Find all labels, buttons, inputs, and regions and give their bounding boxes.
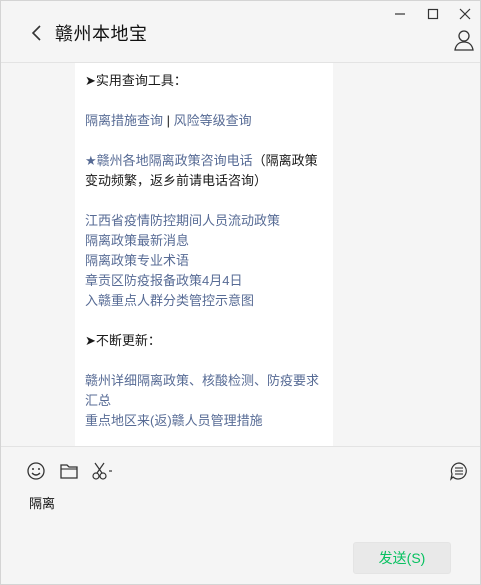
link-item[interactable]: 隔离政策最新消息 xyxy=(85,231,323,251)
article-card: ➤实用查询工具： 隔离措施查询 | 风险等级查询 ★赣州各地隔离政策咨询电话（隔… xyxy=(75,63,333,446)
updates-heading: ➤不断更新： xyxy=(85,333,161,348)
chevron-left-icon xyxy=(31,25,41,41)
maximize-button[interactable] xyxy=(422,5,444,23)
chat-history-icon xyxy=(450,462,467,481)
close-icon xyxy=(459,8,471,20)
query-links-row: 隔离措施查询 | 风险等级查询 xyxy=(85,111,323,131)
screenshot-button[interactable] xyxy=(91,461,115,481)
title-bar: 赣州本地宝 xyxy=(1,1,480,63)
chat-history-button[interactable] xyxy=(449,461,469,481)
user-icon xyxy=(454,30,474,51)
link-item[interactable]: 江西省疫情防控期间人员流动政策 xyxy=(85,211,323,231)
send-file-button[interactable] xyxy=(59,461,79,481)
maximize-icon xyxy=(427,8,439,20)
minimize-button[interactable] xyxy=(389,5,411,23)
tools-heading: ➤实用查询工具： xyxy=(85,73,187,88)
hotline-link[interactable]: ★赣州各地隔离政策咨询电话 xyxy=(85,153,253,168)
link-item[interactable]: 章贡区防疫报备政策4月4日 xyxy=(85,271,323,291)
message-area[interactable]: ➤实用查询工具： 隔离措施查询 | 风险等级查询 ★赣州各地隔离政策咨询电话（隔… xyxy=(1,63,480,446)
folder-icon xyxy=(60,464,78,479)
chat-title: 赣州本地宝 xyxy=(55,24,148,44)
emoji-button[interactable] xyxy=(26,461,46,481)
scissors-icon xyxy=(92,462,112,480)
link-item[interactable]: 隔离政策专业术语 xyxy=(85,251,323,271)
link-item[interactable]: 入赣重点人群分类管控示意图 xyxy=(85,291,323,311)
isolation-query-link[interactable]: 隔离措施查询 xyxy=(85,113,163,128)
chat-window: 赣州本地宝 ➤实用查询工具： 隔离措施查询 | 风险等级查询 ★赣州各地隔离政策… xyxy=(0,0,481,585)
input-area: 隔离 发送(S) xyxy=(1,446,480,584)
update-link[interactable]: 重点地区来(返)赣人员管理措施 xyxy=(85,411,323,431)
hotline-paragraph: ★赣州各地隔离政策咨询电话（隔离政策变动频繁，返乡前请电话咨询） xyxy=(85,151,323,191)
send-button[interactable]: 发送(S) xyxy=(353,542,451,574)
risk-query-link[interactable]: 风险等级查询 xyxy=(174,113,252,128)
minimize-icon xyxy=(395,13,405,15)
close-button[interactable] xyxy=(454,5,476,23)
message-input[interactable]: 隔离 xyxy=(29,493,55,512)
back-button[interactable] xyxy=(27,21,47,45)
update-link[interactable]: 赣州详细隔离政策、核酸检测、防疫要求汇总 xyxy=(85,371,323,411)
chat-info-button[interactable] xyxy=(453,29,475,51)
link-separator: | xyxy=(166,113,171,128)
emoji-icon xyxy=(27,462,45,480)
